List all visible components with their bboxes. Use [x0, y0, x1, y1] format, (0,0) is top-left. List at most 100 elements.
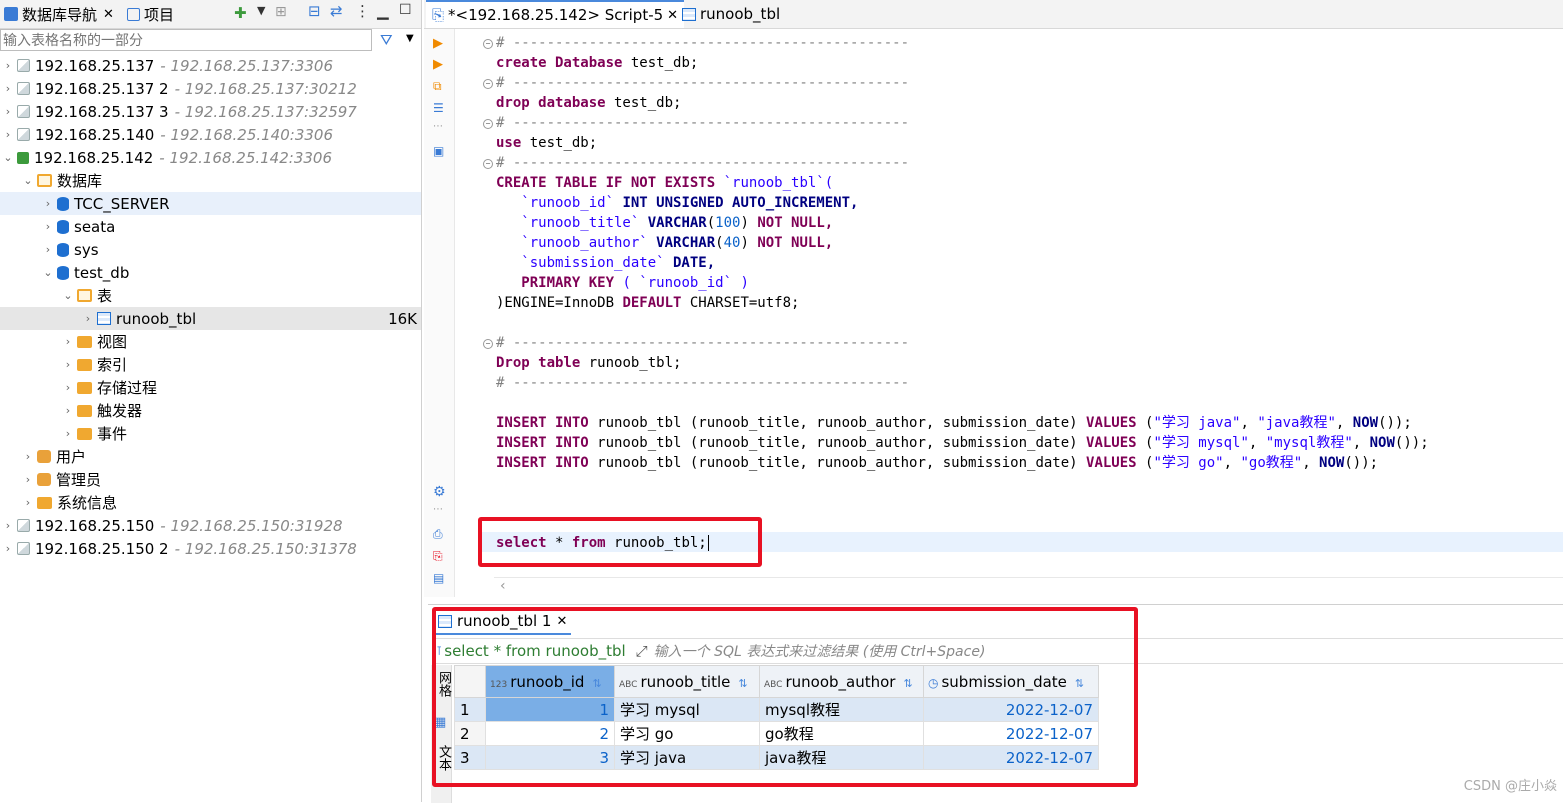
separator-dots-icon: ⋯ — [433, 121, 443, 132]
maximize-icon[interactable]: ☐ — [399, 2, 412, 18]
chevron-right-icon[interactable]: › — [62, 381, 74, 394]
chevron-right-icon[interactable]: › — [2, 128, 14, 141]
chevron-right-icon[interactable]: › — [22, 473, 34, 486]
chevron-right-icon[interactable]: › — [22, 496, 34, 509]
tree-item-users[interactable]: › 用户 — [0, 445, 421, 468]
chevron-right-icon[interactable]: › — [62, 427, 74, 440]
chevron-right-icon[interactable]: › — [42, 243, 54, 256]
database-icon — [57, 265, 69, 280]
highlight-box-results — [432, 607, 1138, 787]
tree-item-triggers[interactable]: › 触发器 — [0, 399, 421, 422]
new-connection-icon[interactable]: ✚ — [234, 4, 247, 22]
database-navigator-icon — [4, 7, 18, 21]
terminal-icon[interactable]: ▣ — [433, 144, 445, 158]
tree-item-database[interactable]: › sys — [0, 238, 421, 261]
minimize-icon[interactable]: ▁ — [377, 2, 389, 20]
format-icon[interactable]: ▤ — [433, 571, 445, 585]
fold-marker-icon[interactable]: − — [483, 79, 493, 89]
fold-marker-icon[interactable]: − — [483, 339, 493, 349]
chevron-right-icon[interactable]: › — [22, 450, 34, 463]
fold-marker-icon[interactable]: − — [483, 159, 493, 169]
tree-item-table[interactable]: › runoob_tbl 16K — [0, 307, 421, 330]
code-line: create Database test_db; — [496, 55, 699, 71]
tree-item-admins[interactable]: › 管理员 — [0, 468, 421, 491]
code-line: CREATE TABLE IF NOT EXISTS `runoob_tbl`( — [496, 175, 834, 191]
tree-item-connection[interactable]: › 192.168.25.137 - 192.168.25.137:3306 — [0, 54, 421, 77]
chevron-right-icon[interactable]: › — [2, 82, 14, 95]
explain-plan-icon[interactable]: ☰ — [433, 101, 445, 115]
tree-item-system-info[interactable]: › 系统信息 — [0, 491, 421, 514]
link-editor-icon[interactable]: ⇄ — [330, 2, 343, 20]
table-name-filter-input[interactable] — [0, 29, 372, 51]
tree-item-database[interactable]: › TCC_SERVER — [0, 192, 421, 215]
editor-toolbar-gutter: ▶ ▶ ⧉ ☰ ⋯ ▣ ⚙ ⋯ ⎙ ⎘ ▤ — [424, 29, 455, 597]
chevron-down-icon[interactable]: ⌄ — [42, 266, 54, 279]
tree-item-connection[interactable]: › 192.168.25.137 2 - 192.168.25.137:3021… — [0, 77, 421, 100]
filter-icon[interactable]: ⛛ — [380, 31, 393, 49]
tree-item-database[interactable]: › seata — [0, 215, 421, 238]
collapse-all-icon[interactable]: ⊟ — [308, 2, 321, 20]
import-icon[interactable]: ⎘ — [433, 549, 445, 563]
new-folder-icon[interactable]: ⊞ — [275, 4, 287, 20]
code-line: drop database test_db; — [496, 95, 682, 111]
editor-tabbar: ⎘ *<192.168.25.142> Script-5 ✕ runoob_tb… — [424, 0, 1563, 29]
database-navigator-panel: 数据库导航 ✕ 项目 ✚ ▼ ⊞ ⊟ ⇄ ⋮ ▁ ☐ ⛛ ▼ › 192.168… — [0, 0, 422, 802]
tab-table[interactable]: runoob_tbl — [676, 0, 786, 28]
chevron-right-icon[interactable]: › — [62, 335, 74, 348]
export-icon[interactable]: ⎙ — [433, 527, 445, 541]
sql-editor[interactable]: − − − − − # ----------------------------… — [478, 29, 1563, 595]
chevron-down-icon[interactable]: ⌄ — [22, 174, 34, 187]
code-line: `runoob_id` INT UNSIGNED AUTO_INCREMENT, — [496, 195, 859, 211]
code-line: `runoob_author` VARCHAR(40) NOT NULL, — [496, 235, 834, 251]
chevron-down-icon[interactable]: ▼ — [257, 4, 265, 17]
tree-item-database[interactable]: ⌄ test_db — [0, 261, 421, 284]
tree-item-views[interactable]: › 视图 — [0, 330, 421, 353]
chevron-right-icon[interactable]: › — [2, 105, 14, 118]
tree-item-procedures[interactable]: › 存储过程 — [0, 376, 421, 399]
chevron-right-icon[interactable]: › — [82, 312, 94, 325]
folder-icon — [77, 358, 92, 371]
table-icon — [97, 312, 111, 325]
tab-project[interactable]: 项目 — [127, 3, 174, 25]
chevron-right-icon[interactable]: › — [2, 542, 14, 555]
fold-marker-icon[interactable]: − — [483, 119, 493, 129]
tab-database-navigator[interactable]: 数据库导航 ✕ — [4, 3, 114, 25]
chevron-right-icon[interactable]: › — [62, 358, 74, 371]
admin-icon — [37, 473, 51, 486]
database-icon — [57, 242, 69, 257]
view-menu-icon[interactable]: ⋮ — [355, 2, 370, 20]
chevron-right-icon[interactable]: › — [2, 59, 14, 72]
execute-statement-icon[interactable]: ▶ — [433, 36, 445, 51]
connection-icon — [17, 128, 30, 141]
tree-item-connection[interactable]: › 192.168.25.150 2 - 192.168.25.150:3137… — [0, 537, 421, 560]
project-icon — [127, 7, 140, 21]
chevron-down-icon[interactable]: ⌄ — [2, 151, 14, 164]
fold-marker-icon[interactable]: − — [483, 39, 493, 49]
tree-item-connection[interactable]: › 192.168.25.150 - 192.168.25.150:31928 — [0, 514, 421, 537]
chevron-right-icon[interactable]: › — [42, 220, 54, 233]
connected-icon — [17, 151, 29, 164]
tree-item-connection-active[interactable]: ⌄ 192.168.25.142 - 192.168.25.142:3306 — [0, 146, 421, 169]
tree-item-connection[interactable]: › 192.168.25.140 - 192.168.25.140:3306 — [0, 123, 421, 146]
chevron-down-icon[interactable]: ▼ — [406, 33, 414, 44]
tree-item-databases[interactable]: ⌄ 数据库 — [0, 169, 421, 192]
chevron-right-icon[interactable]: › — [2, 519, 14, 532]
folder-icon — [77, 427, 92, 440]
horizontal-scrollbar[interactable]: ‹ — [494, 577, 1563, 596]
execute-new-tab-icon[interactable]: ⧉ — [433, 79, 445, 93]
code-line: `runoob_title` VARCHAR(100) NOT NULL, — [496, 215, 834, 231]
chevron-down-icon[interactable]: ⌄ — [62, 289, 74, 302]
tree-item-connection[interactable]: › 192.168.25.137 3 - 192.168.25.137:3259… — [0, 100, 421, 123]
close-icon[interactable]: ✕ — [103, 7, 114, 22]
code-line: PRIMARY KEY ( `runoob_id` ) — [496, 275, 749, 291]
chevron-left-icon[interactable]: ‹ — [500, 578, 506, 594]
settings-gear-icon[interactable]: ⚙ — [433, 484, 446, 500]
views-folder-icon — [77, 335, 92, 348]
chevron-right-icon[interactable]: › — [62, 404, 74, 417]
tree-item-tables[interactable]: ⌄ 表 — [0, 284, 421, 307]
tree-item-indexes[interactable]: › 索引 — [0, 353, 421, 376]
execute-script-icon[interactable]: ▶ — [433, 57, 445, 72]
chevron-right-icon[interactable]: › — [42, 197, 54, 210]
tab-script[interactable]: ⎘ *<192.168.25.142> Script-5 ✕ — [426, 0, 685, 28]
tree-item-events[interactable]: › 事件 — [0, 422, 421, 445]
